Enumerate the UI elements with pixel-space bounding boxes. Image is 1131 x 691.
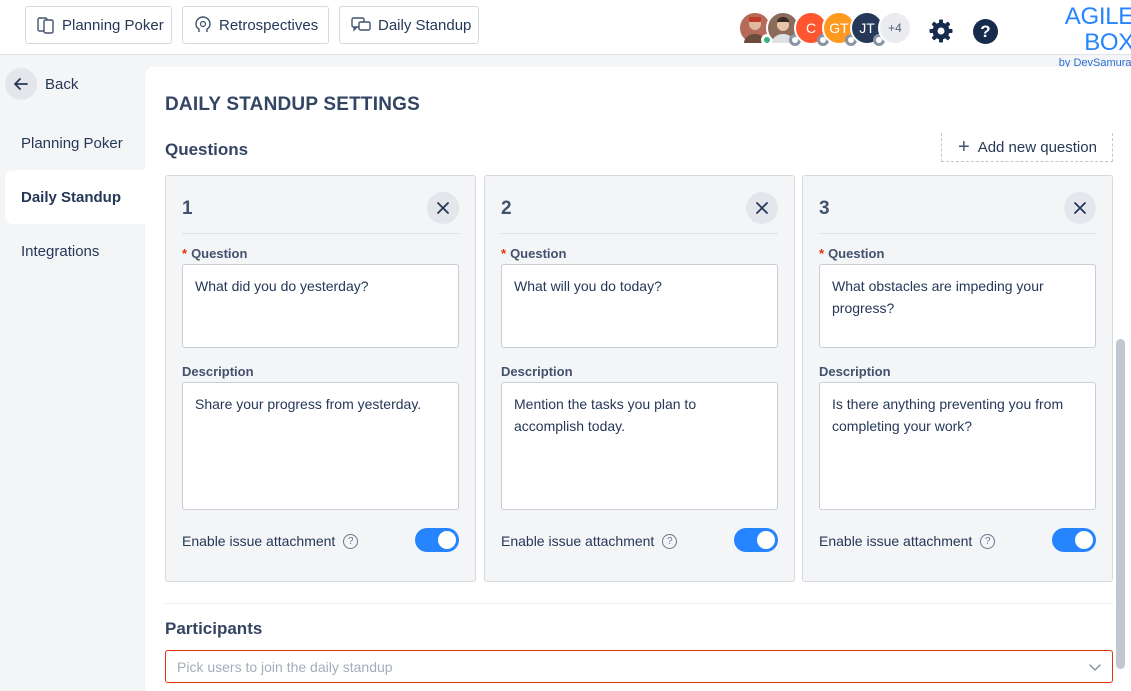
close-icon [1074,202,1086,214]
attachment-row: Enable issue attachment ? [501,528,778,554]
attachment-toggle[interactable] [415,528,459,552]
description-input[interactable]: Share your progress from yesterday. [182,382,459,510]
description-input[interactable]: Mention the tasks you plan to accomplish… [501,382,778,510]
arrow-left-icon [14,78,28,90]
plus-icon: + [958,136,970,158]
cards-icon [37,17,54,34]
question-number: 3 [819,198,830,219]
sidebar-item-planning-poker[interactable]: Planning Poker [5,116,145,170]
attachment-label: Enable issue attachment [182,533,336,549]
tab-planning-poker[interactable]: Planning Poker [25,6,172,44]
attachment-label: Enable issue attachment [501,533,655,549]
add-question-button[interactable]: + Add new question [941,133,1113,162]
participants-select[interactable]: Pick users to join the daily standup [165,650,1113,683]
close-icon [437,202,449,214]
divider [182,233,459,234]
back-button[interactable]: Back [5,68,78,100]
sidebar-item-label: Daily Standup [21,188,122,206]
chat-bubbles-icon [351,17,371,32]
online-users: C GT JT +4 [738,11,912,46]
help-circle-icon[interactable]: ? [980,533,996,549]
add-question-label: Add new question [977,138,1097,156]
question-input[interactable]: What will you do today? [501,264,778,348]
avatar-initials: C [805,20,817,36]
gear-icon [929,19,953,43]
questions-heading: Questions [165,140,249,159]
question-input[interactable]: What did you do yesterday? [182,264,459,348]
avatar-initials: GT [829,20,849,36]
help-icon: ? [980,21,991,41]
divider [501,233,778,234]
question-field-label: * Question [182,246,248,261]
divider [819,233,1096,234]
scrollbar-thumb[interactable] [1116,339,1125,669]
attachment-row: Enable issue attachment ? [819,528,1096,554]
question-number: 1 [182,198,193,219]
tab-label: Retrospectives [219,16,319,34]
settings-button[interactable] [927,17,955,45]
tab-label: Daily Standup [378,16,472,34]
question-input[interactable]: What obstacles are impeding your progres… [819,264,1096,348]
toggle-knob [438,531,456,549]
tab-retrospectives[interactable]: Retrospectives [182,6,329,44]
attachment-label: Enable issue attachment [819,533,973,549]
question-number: 2 [501,198,512,219]
help-circle-icon[interactable]: ? [343,533,359,549]
brand-logo: AGILE BOX by DevSamurai [1010,3,1131,70]
toggle-knob [757,531,775,549]
page-title: DAILY STANDUP SETTINGS [165,94,420,115]
more-users-badge[interactable]: +4 [878,11,912,45]
remove-question-button[interactable] [746,192,778,224]
lightbulb-head-icon [195,16,211,32]
avatar-initials: JT [859,20,875,36]
description-field-label: Description [819,364,891,379]
question-card: 3 * Question What obstacles are impeding … [802,175,1113,582]
close-icon [756,202,768,214]
back-label: Back [45,75,79,93]
section-divider [165,603,1113,604]
settings-panel: DAILY STANDUP SETTINGS Questions + Add n… [145,67,1131,691]
participants-heading: Participants [165,619,263,638]
tab-label: Planning Poker [62,16,164,34]
sidebar-item-daily-standup[interactable]: Daily Standup [5,170,145,224]
sidebar-item-integrations[interactable]: Integrations [5,224,145,278]
question-card: 1 * Question What did you do yesterday? D… [165,175,476,582]
participants-placeholder: Pick users to join the daily standup [177,658,393,675]
question-card: 2 * Question What will you do today? Desc… [484,175,795,582]
tab-daily-standup[interactable]: Daily Standup [339,6,479,44]
attachment-toggle[interactable] [734,528,778,552]
question-field-label: * Question [819,246,885,261]
attachment-row: Enable issue attachment ? [182,528,459,554]
help-button[interactable]: ? [973,19,998,44]
remove-question-button[interactable] [1064,192,1096,224]
sidebar-item-label: Integrations [21,242,100,260]
brand-title: AGILE BOX [1064,3,1131,56]
help-circle-icon[interactable]: ? [662,533,678,549]
description-field-label: Description [182,364,254,379]
top-bar: Planning Poker Retrospectives Daily Stan… [0,0,1131,69]
description-field-label: Description [501,364,573,379]
description-input[interactable]: Is there anything preventing you from co… [819,382,1096,510]
toggle-knob [1075,531,1093,549]
remove-question-button[interactable] [427,192,459,224]
chevron-down-icon [1089,664,1101,671]
back-arrow-circle [5,68,37,100]
attachment-toggle[interactable] [1052,528,1096,552]
question-field-label: * Question [501,246,567,261]
sidebar-item-label: Planning Poker [21,134,123,152]
